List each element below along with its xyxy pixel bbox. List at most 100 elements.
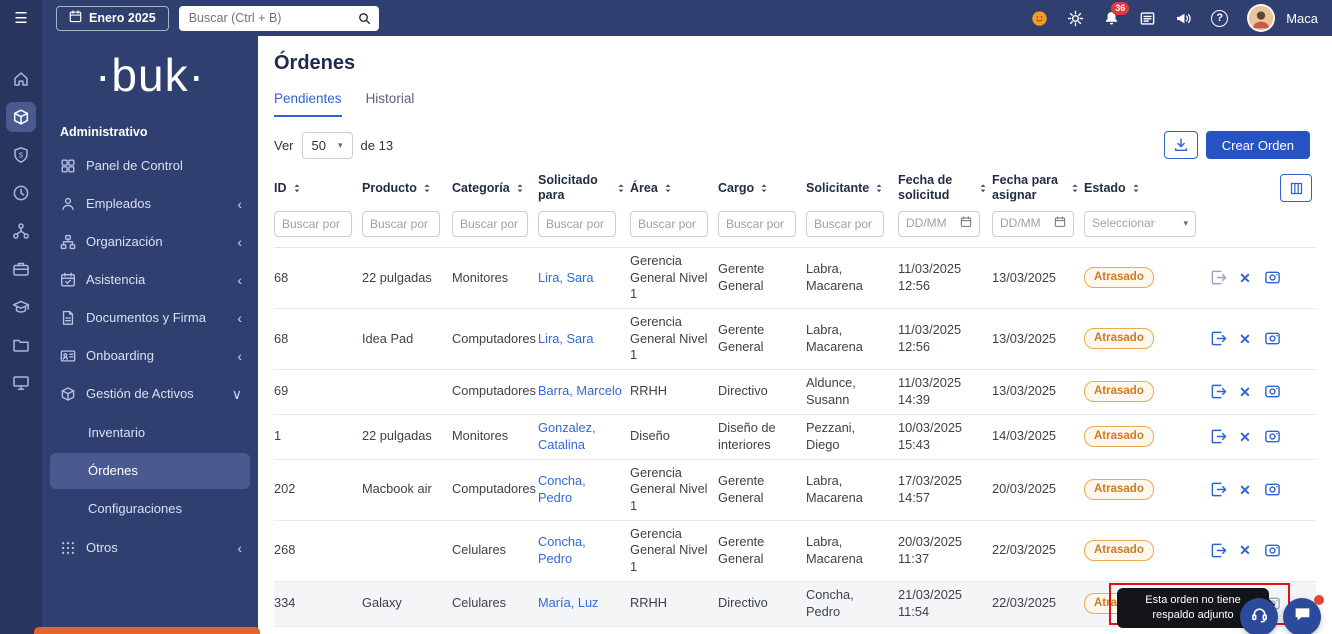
cancel-icon[interactable]: ✕ bbox=[1233, 425, 1257, 449]
sidebar-subitem-ordenes[interactable]: Órdenes bbox=[50, 453, 250, 489]
assign-icon[interactable] bbox=[1206, 425, 1230, 449]
column-header-producto[interactable]: Producto bbox=[362, 165, 452, 207]
sort-icon[interactable] bbox=[616, 182, 626, 195]
solicitado-para-link[interactable]: Concha, Pedro bbox=[538, 534, 586, 566]
filter-input-cargo[interactable] bbox=[718, 211, 796, 237]
org-nodes-icon[interactable] bbox=[6, 216, 36, 246]
column-header-solicitado-para[interactable]: Solicitado para bbox=[538, 165, 630, 207]
period-selector[interactable]: Enero 2025 bbox=[56, 6, 169, 31]
filter-input-solicitante[interactable] bbox=[806, 211, 884, 237]
avatar[interactable] bbox=[1247, 4, 1275, 32]
column-header-solicitante[interactable]: Solicitante bbox=[806, 165, 898, 207]
filter-date-fecha-para-asignar[interactable]: DD/MM bbox=[992, 211, 1074, 237]
backup-icon[interactable] bbox=[1260, 380, 1284, 404]
sidebar-item-documentos-y-firma[interactable]: Documentos y Firma‹ bbox=[42, 299, 258, 337]
gear-icon[interactable] bbox=[1067, 10, 1084, 27]
assign-icon[interactable] bbox=[1206, 539, 1230, 563]
help-icon[interactable]: ? bbox=[1211, 10, 1228, 27]
assign-icon[interactable] bbox=[1206, 327, 1230, 351]
solicitado-para-link[interactable]: Concha, Pedro bbox=[538, 473, 586, 505]
assign-icon[interactable] bbox=[1206, 380, 1230, 404]
cancel-icon[interactable]: ✕ bbox=[1233, 478, 1257, 502]
buk-logo: ·buk· bbox=[42, 50, 258, 101]
cancel-icon[interactable]: ✕ bbox=[1233, 539, 1257, 563]
sort-icon[interactable] bbox=[874, 182, 884, 195]
calendar-icon bbox=[1054, 216, 1066, 233]
clock-icon[interactable] bbox=[6, 178, 36, 208]
sort-icon[interactable] bbox=[422, 182, 432, 195]
tab-historial[interactable]: Historial bbox=[366, 91, 415, 117]
sort-icon[interactable] bbox=[515, 182, 525, 195]
sort-icon[interactable] bbox=[292, 182, 302, 195]
megaphone-icon[interactable] bbox=[1175, 10, 1192, 27]
page-size-value: 50 bbox=[312, 138, 326, 153]
coin-icon[interactable] bbox=[1031, 10, 1048, 27]
solicitado-para-link[interactable]: María, Luz bbox=[538, 595, 598, 610]
column-header-id[interactable]: ID bbox=[274, 165, 362, 207]
monitor-icon[interactable] bbox=[6, 368, 36, 398]
global-search[interactable] bbox=[179, 6, 379, 31]
briefcase-icon[interactable] bbox=[6, 254, 36, 284]
filter-input-area[interactable] bbox=[630, 211, 708, 237]
sidebar-item-organizacion[interactable]: Organización‹ bbox=[42, 223, 258, 261]
assign-icon[interactable] bbox=[1206, 266, 1230, 290]
column-header-area[interactable]: Área bbox=[630, 165, 718, 207]
filter-input-producto[interactable] bbox=[362, 211, 440, 237]
cancel-icon[interactable]: ✕ bbox=[1233, 266, 1257, 290]
backup-icon[interactable] bbox=[1260, 478, 1284, 502]
column-header-fecha-para-asignar[interactable]: Fecha para asignar bbox=[992, 165, 1084, 207]
page-size-select[interactable]: 50 ▾ bbox=[302, 132, 353, 159]
sidebar-item-onboarding[interactable]: Onboarding‹ bbox=[42, 337, 258, 375]
cell-fecha-solicitud: 21/03/2025 11:54 bbox=[898, 581, 992, 626]
column-header-cargo[interactable]: Cargo bbox=[718, 165, 806, 207]
sidebar-subitem-inventario[interactable]: Inventario bbox=[50, 415, 250, 451]
sidebar-subitem-configuraciones[interactable]: Configuraciones bbox=[50, 491, 250, 527]
sidebar-item-otros[interactable]: Otros‹ bbox=[42, 529, 258, 567]
sidebar-item-panel-de-control[interactable]: Panel de Control bbox=[42, 147, 258, 185]
solicitado-para-link[interactable]: Gonzalez, Catalina bbox=[538, 420, 596, 452]
tab-pendientes[interactable]: Pendientes bbox=[274, 91, 342, 117]
columns-button[interactable] bbox=[1280, 174, 1312, 202]
sort-icon[interactable] bbox=[663, 182, 673, 195]
solicitado-para-link[interactable]: Lira, Sara bbox=[538, 270, 593, 285]
sort-icon[interactable] bbox=[1131, 182, 1141, 195]
backup-icon[interactable] bbox=[1260, 539, 1284, 563]
home-icon[interactable] bbox=[6, 64, 36, 94]
filter-input-categoria[interactable] bbox=[452, 211, 528, 237]
create-order-button[interactable]: Crear Orden bbox=[1206, 131, 1310, 159]
column-header-estado[interactable]: Estado bbox=[1084, 165, 1206, 207]
sort-icon[interactable] bbox=[759, 182, 769, 195]
backup-icon[interactable] bbox=[1260, 425, 1284, 449]
sort-icon[interactable] bbox=[978, 182, 988, 195]
sidebar-item-asistencia[interactable]: Asistencia‹ bbox=[42, 261, 258, 299]
support-fab[interactable] bbox=[1240, 598, 1278, 634]
shield-dollar-icon[interactable]: $ bbox=[6, 140, 36, 170]
backup-icon[interactable] bbox=[1260, 266, 1284, 290]
sidebar-item-empleados[interactable]: Empleados‹ bbox=[42, 185, 258, 223]
download-button[interactable] bbox=[1164, 131, 1198, 159]
filter-select-estado[interactable]: Seleccionar▾ bbox=[1084, 211, 1196, 237]
box-icon[interactable] bbox=[6, 102, 36, 132]
news-icon[interactable] bbox=[1139, 10, 1156, 27]
folder-icon[interactable] bbox=[6, 330, 36, 360]
bell-icon[interactable]: 36 bbox=[1103, 10, 1120, 27]
solicitado-para-link[interactable]: Barra, Marcelo bbox=[538, 383, 622, 398]
sidebar-item-gestion-de-activos[interactable]: Gestión de Activos∨ bbox=[42, 375, 258, 413]
filter-date-fecha-de-solicitud[interactable]: DD/MM bbox=[898, 211, 980, 237]
solicitado-para-link[interactable]: Lira, Sara bbox=[538, 331, 593, 346]
cancel-icon[interactable]: ✕ bbox=[1233, 327, 1257, 351]
column-header-fecha-de-solicitud[interactable]: Fecha de solicitud bbox=[898, 165, 992, 207]
sort-icon[interactable] bbox=[1070, 182, 1080, 195]
search-input[interactable] bbox=[187, 10, 358, 26]
cancel-icon[interactable]: ✕ bbox=[1233, 380, 1257, 404]
cell-solicitado-para: Concha, Pedro bbox=[538, 520, 630, 581]
menu-icon[interactable]: ☰ bbox=[0, 0, 42, 36]
graduation-cap-icon[interactable] bbox=[6, 292, 36, 322]
assign-icon[interactable] bbox=[1206, 478, 1230, 502]
filter-input-solicitado-para[interactable] bbox=[538, 211, 616, 237]
column-header-categoria[interactable]: Categoría bbox=[452, 165, 538, 207]
backup-icon[interactable] bbox=[1260, 327, 1284, 351]
filter-input-id[interactable] bbox=[274, 211, 352, 237]
user-name[interactable]: Maca bbox=[1286, 11, 1318, 26]
tabs: Pendientes Historial bbox=[274, 91, 1332, 117]
